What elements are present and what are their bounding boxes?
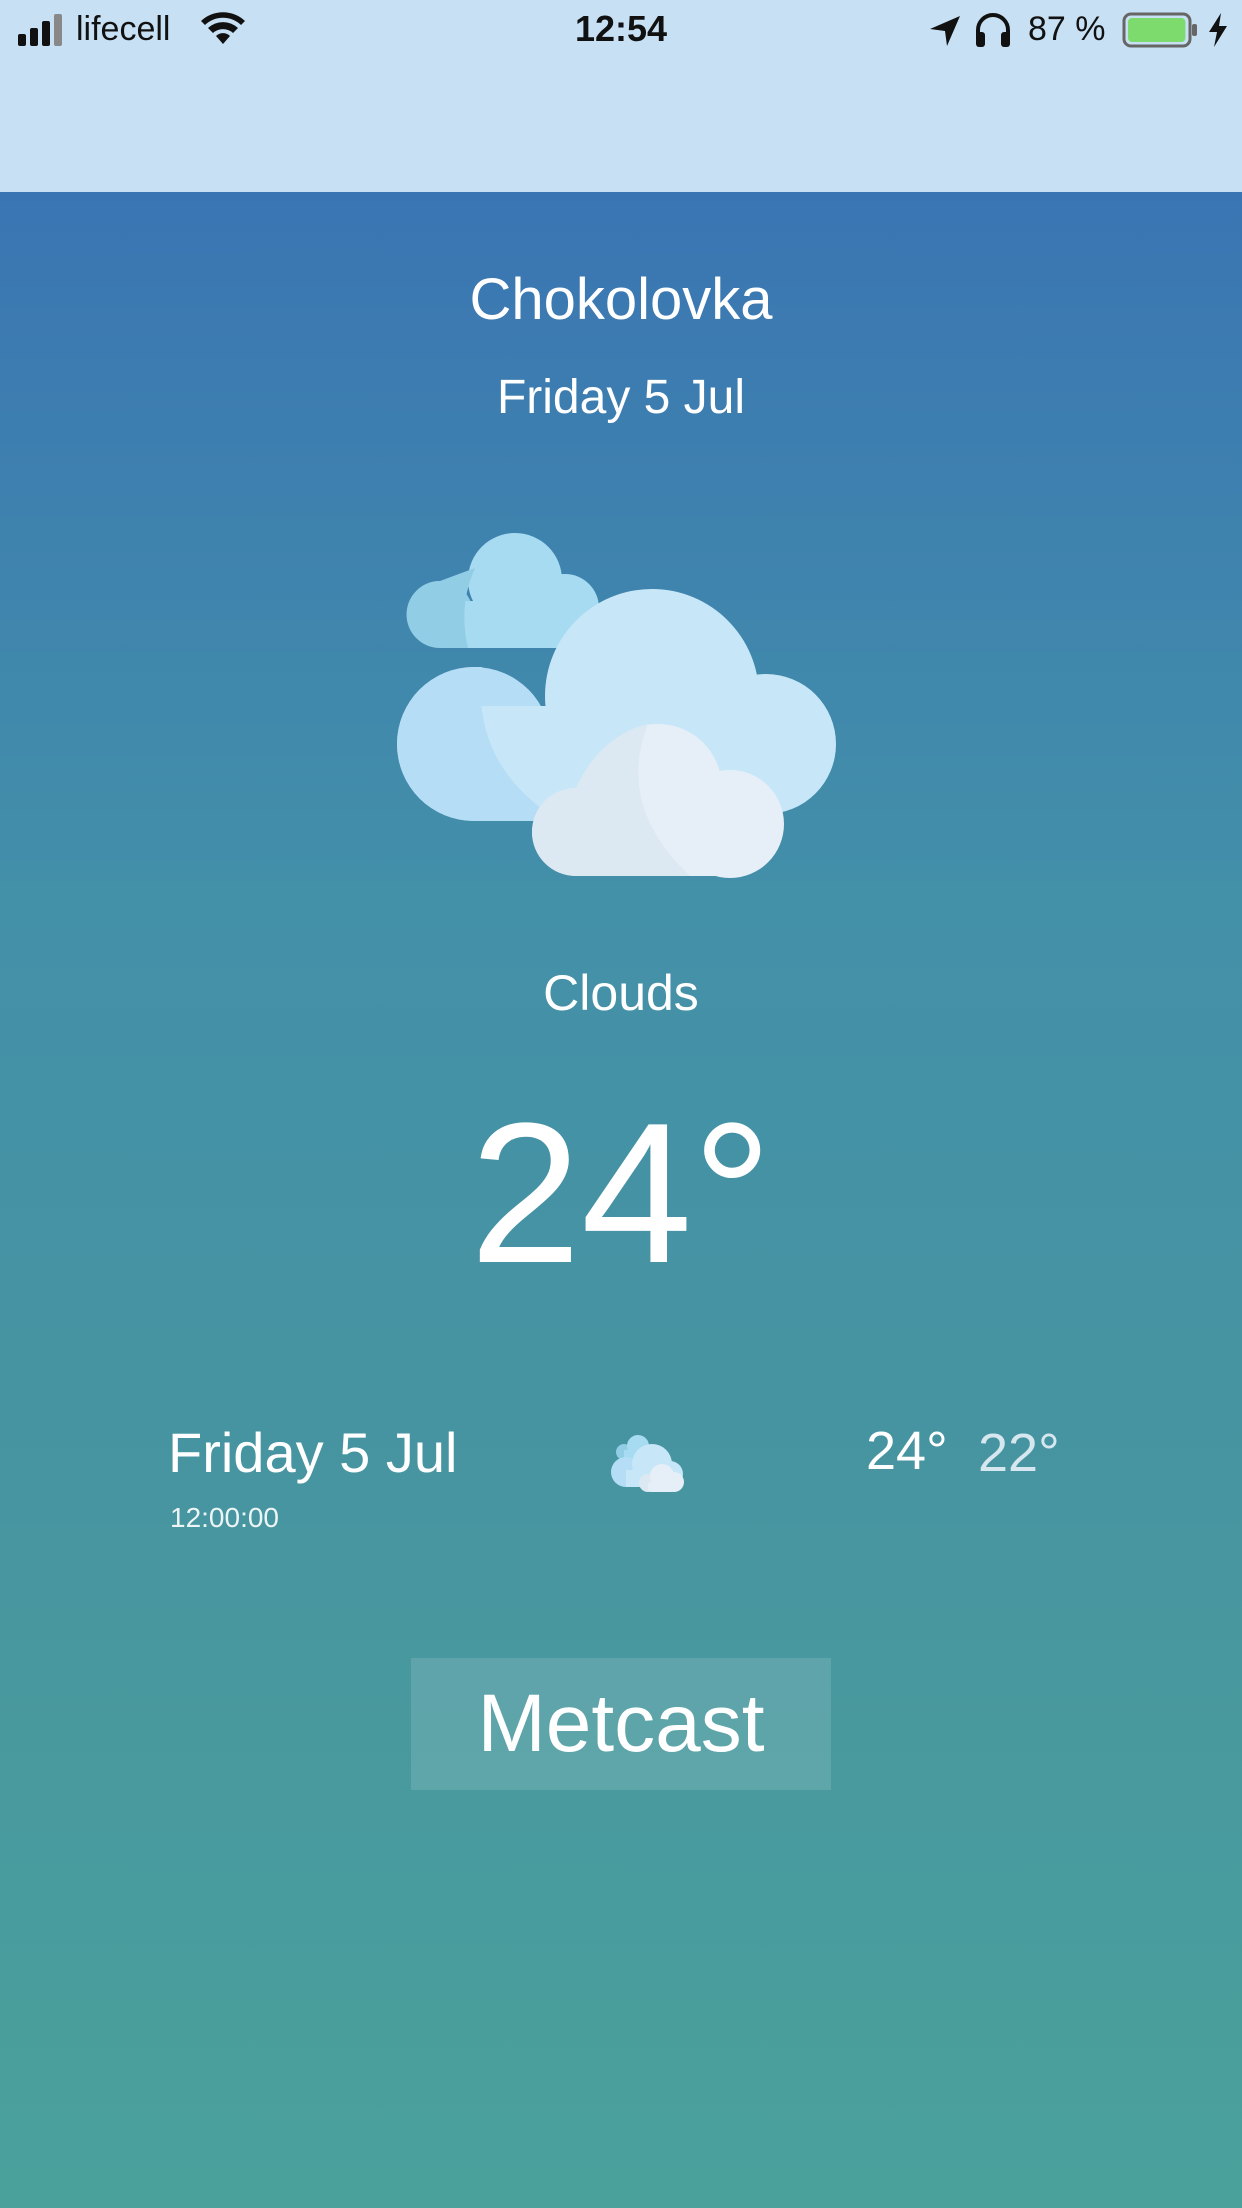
clouds-small-icon	[611, 1435, 684, 1492]
battery-percent: 87 %	[1028, 10, 1106, 48]
weather-condition: Clouds	[543, 965, 699, 1021]
charging-bolt-icon	[1209, 13, 1227, 47]
forecast-max-temp: 24°	[866, 1421, 948, 1481]
forecast-time: 12:00:00	[170, 1502, 279, 1533]
current-date: Friday 5 Jul	[496, 371, 746, 424]
status-bar: lifecell 12:54 87 %	[0, 0, 1242, 194]
current-temperature: 24°	[469, 1082, 773, 1305]
forecast-min-temp: 22°	[978, 1423, 1060, 1483]
location-arrow-icon	[930, 16, 960, 46]
battery-icon	[1122, 12, 1197, 48]
forecast-row: Friday 5 Jul 12:00:00 24° 22°	[0, 1420, 1242, 1550]
metcast-button[interactable]: Metcast	[411, 1658, 831, 1790]
forecast-date: Friday 5 Jul	[168, 1421, 458, 1484]
city-name: Chokolovka	[469, 267, 773, 332]
clouds-icon	[397, 533, 836, 878]
status-row: lifecell 12:54 87 %	[0, 0, 1242, 62]
weather-main: Chokolovka Friday 5 Jul Clouds 24° Frida…	[0, 192, 1242, 2208]
headphones-icon	[976, 13, 1010, 47]
